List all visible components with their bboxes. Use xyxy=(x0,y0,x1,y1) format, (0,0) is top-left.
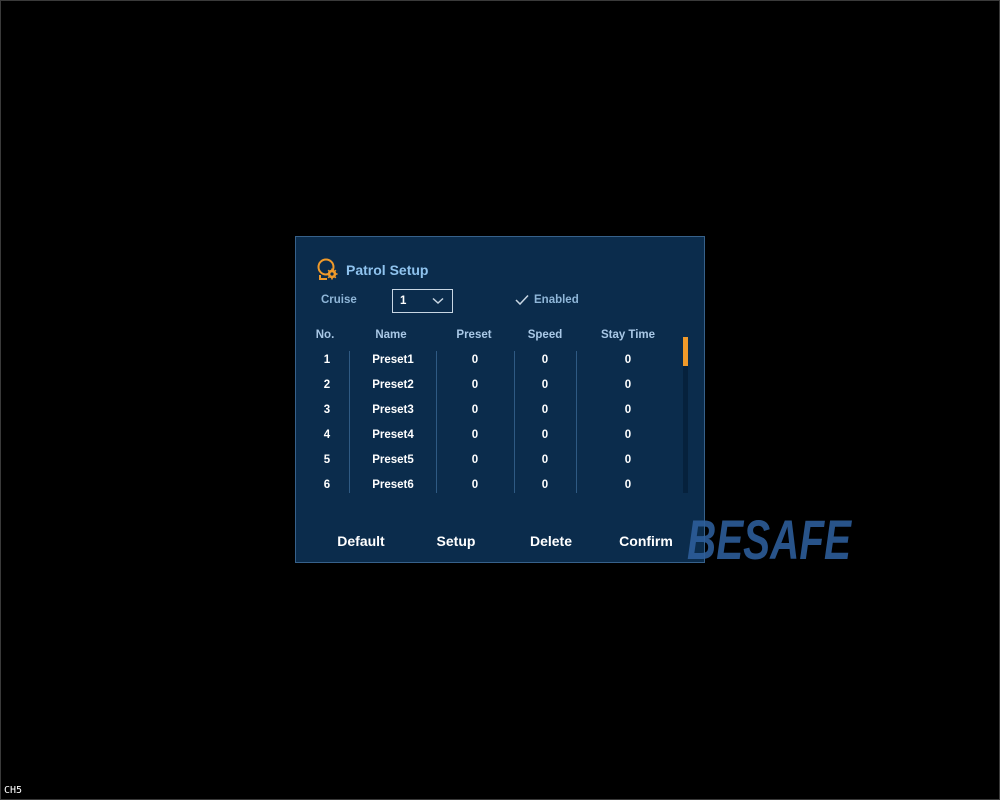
cell-stay-time: 0 xyxy=(624,454,632,466)
cell-preset: 0 xyxy=(471,404,479,416)
table-row[interactable]: 4 Preset4 0 0 0 xyxy=(296,423,686,448)
dialog-title: Patrol Setup xyxy=(346,262,429,278)
default-button[interactable]: Default xyxy=(326,533,396,549)
chevron-down-icon xyxy=(432,297,444,305)
cell-speed: 0 xyxy=(541,454,549,466)
scrollbar-thumb[interactable] xyxy=(683,337,688,366)
cell-no: 4 xyxy=(323,429,331,441)
table-row[interactable]: 5 Preset5 0 0 0 xyxy=(296,448,686,473)
cell-name: Preset5 xyxy=(372,454,414,466)
cell-preset: 0 xyxy=(471,454,479,466)
cell-no: 5 xyxy=(323,454,331,466)
cell-no: 1 xyxy=(323,354,331,366)
table-row[interactable]: 6 Preset6 0 0 0 xyxy=(296,473,686,498)
cell-no: 6 xyxy=(323,479,331,491)
patrol-setup-dialog: Patrol Setup Cruise 1 Enabled No. Name P… xyxy=(295,236,705,563)
header-stay-time: Stay Time xyxy=(600,329,656,341)
cell-stay-time: 0 xyxy=(624,379,632,391)
cruise-select[interactable]: 1 xyxy=(392,289,453,313)
cell-speed: 0 xyxy=(541,479,549,491)
cell-no: 3 xyxy=(323,404,331,416)
watermark-text: BESAFE xyxy=(687,508,852,567)
table-scrollbar[interactable] xyxy=(683,337,688,493)
header-name: Name xyxy=(375,329,407,341)
cruise-value: 1 xyxy=(400,295,407,307)
dialog-header: Patrol Setup xyxy=(317,257,428,283)
cell-speed: 0 xyxy=(541,354,549,366)
cruise-label: Cruise xyxy=(321,294,357,306)
besafe-watermark: BESAFE xyxy=(687,508,852,567)
cell-name: Preset2 xyxy=(372,379,414,391)
cell-no: 2 xyxy=(323,379,331,391)
cell-stay-time: 0 xyxy=(624,354,632,366)
cell-stay-time: 0 xyxy=(624,404,632,416)
table-row[interactable]: 1 Preset1 0 0 0 xyxy=(296,348,686,373)
header-preset: Preset xyxy=(456,329,492,341)
cell-speed: 0 xyxy=(541,404,549,416)
header-speed: Speed xyxy=(527,329,563,341)
cell-speed: 0 xyxy=(541,429,549,441)
cell-preset: 0 xyxy=(471,379,479,391)
table-row[interactable]: 2 Preset2 0 0 0 xyxy=(296,373,686,398)
enabled-label: Enabled xyxy=(534,294,579,306)
cell-stay-time: 0 xyxy=(624,429,632,441)
cell-preset: 0 xyxy=(471,429,479,441)
setup-button[interactable]: Setup xyxy=(421,533,491,549)
delete-button[interactable]: Delete xyxy=(516,533,586,549)
ptz-camera-gear-icon xyxy=(317,258,338,280)
cell-speed: 0 xyxy=(541,379,549,391)
cell-preset: 0 xyxy=(471,354,479,366)
cell-name: Preset3 xyxy=(372,404,414,416)
cell-stay-time: 0 xyxy=(624,479,632,491)
enabled-checkbox[interactable]: Enabled xyxy=(515,294,579,306)
table-row[interactable]: 3 Preset3 0 0 0 xyxy=(296,398,686,423)
cell-name: Preset1 xyxy=(372,354,414,366)
cell-preset: 0 xyxy=(471,479,479,491)
cell-name: Preset4 xyxy=(372,429,414,441)
patrol-table: No. Name Preset Speed Stay Time 1 Preset… xyxy=(296,323,706,495)
channel-label: CH5 xyxy=(4,785,23,796)
confirm-button[interactable]: Confirm xyxy=(611,533,681,549)
cell-name: Preset6 xyxy=(372,479,414,491)
checkmark-icon xyxy=(515,294,529,306)
header-no: No. xyxy=(315,329,335,341)
